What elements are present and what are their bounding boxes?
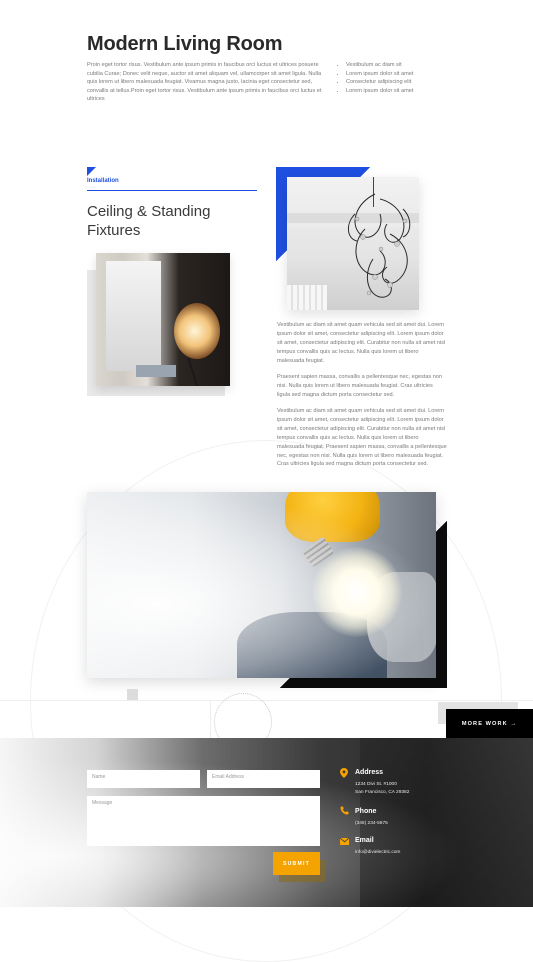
feature-list: Vestibulum ac diam sit Lorem ipsum dolor…	[338, 61, 413, 95]
section-divider	[87, 190, 257, 191]
body-paragraph: Vestibulum ac diam sit amet quam vehicul…	[277, 322, 446, 364]
body-paragraph: Praesent sapien massa, convallis a pelle…	[277, 374, 443, 398]
message-field[interactable]: Message	[87, 796, 320, 846]
standing-lamp-image	[96, 253, 230, 386]
email-title: Email	[355, 837, 374, 844]
background-line	[0, 700, 533, 701]
intro-paragraph: Proin eget tortor risus. Vestibulum ante…	[87, 62, 322, 103]
background-line	[210, 700, 211, 738]
submit-button[interactable]: SUBMIT	[273, 852, 320, 875]
window-shape	[106, 261, 161, 371]
chandelier-shape	[348, 193, 411, 298]
lamp-stand-shape	[187, 358, 199, 386]
section-label: Installation	[87, 178, 119, 184]
more-work-button[interactable]: MORE WORK →	[446, 709, 533, 738]
email-address[interactable]: info@divielectric.com	[355, 849, 400, 857]
email-field[interactable]: Email Address	[207, 770, 320, 788]
lamp-glow-shape	[174, 303, 220, 359]
map-pin-icon	[339, 768, 349, 778]
list-item: Vestibulum ac diam sit	[346, 61, 413, 70]
list-item: Lorem ipsum dolor sit amet	[346, 70, 413, 79]
image-haze	[87, 492, 436, 678]
list-item: Consectetur adipiscing elit	[346, 78, 413, 87]
phone-icon	[339, 806, 349, 816]
curtain-shape	[287, 285, 327, 310]
envelope-icon	[339, 837, 349, 847]
phone-title: Phone	[355, 808, 377, 815]
couch-shape	[136, 365, 176, 377]
page-title: Modern Living Room	[87, 33, 283, 55]
chandelier-image	[287, 177, 419, 310]
corner-accent	[87, 167, 96, 176]
decor-square	[127, 689, 138, 700]
section-heading: Ceiling & Standing Fixtures	[87, 203, 211, 239]
list-item: Lorem ipsum dolor sit amet	[346, 87, 413, 96]
phone-number: (346) 234-5675	[355, 821, 388, 826]
address-title: Address	[355, 769, 384, 776]
electrician-lightbulb-image	[87, 492, 436, 678]
address-line: 1234 Divi St. #1000	[355, 782, 397, 787]
address-line: San Francisco, CA 29382	[355, 790, 410, 795]
name-field[interactable]: Name	[87, 770, 200, 788]
body-paragraph: Vestibulum ac diam sit amet quam vehicul…	[277, 408, 447, 468]
